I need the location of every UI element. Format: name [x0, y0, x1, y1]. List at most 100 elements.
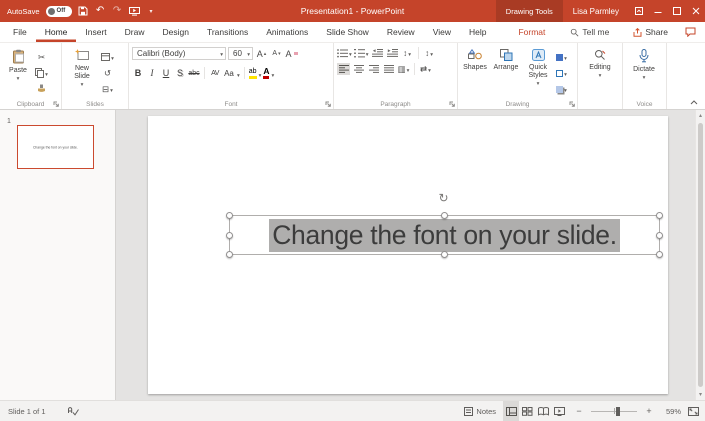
- slide-surface[interactable]: ↻ Change the font on your slide.: [148, 116, 668, 394]
- tab-draw[interactable]: Draw: [116, 22, 154, 42]
- normal-view-button[interactable]: [503, 401, 519, 421]
- strikethrough-button[interactable]: abc: [188, 70, 200, 77]
- zoom-percentage[interactable]: 59%: [661, 407, 681, 416]
- share-button[interactable]: Share: [625, 22, 676, 42]
- character-spacing-button[interactable]: AV: [209, 70, 221, 77]
- resize-handle-sw[interactable]: [226, 251, 233, 258]
- line-spacing-button[interactable]: ↕: [401, 47, 414, 59]
- text-direction-button[interactable]: ↕: [423, 47, 436, 59]
- slide-layout-button[interactable]: [101, 51, 114, 63]
- collapse-ribbon-button[interactable]: [690, 100, 698, 105]
- copy-button[interactable]: [35, 67, 48, 79]
- tab-help[interactable]: Help: [460, 22, 495, 42]
- scrollbar-thumb[interactable]: [698, 123, 703, 387]
- autosave-toggle[interactable]: Off: [45, 5, 72, 17]
- paragraph-dialog-launcher[interactable]: [449, 101, 455, 107]
- maximize-button[interactable]: [667, 0, 686, 22]
- reset-slide-button[interactable]: ↺: [101, 67, 114, 79]
- section-button[interactable]: ⊟: [101, 83, 114, 95]
- minimize-button[interactable]: [648, 0, 667, 22]
- comments-button[interactable]: [676, 22, 705, 42]
- undo-button[interactable]: ↶: [95, 6, 106, 16]
- qat-customize-button[interactable]: ▾: [146, 8, 157, 15]
- text-highlight-button[interactable]: ab: [248, 68, 257, 79]
- align-right-button[interactable]: [367, 63, 380, 75]
- cut-button[interactable]: ✂: [35, 51, 48, 63]
- spellcheck-button[interactable]: [67, 406, 79, 416]
- notes-button[interactable]: Notes: [464, 406, 496, 416]
- slide-sorter-view-button[interactable]: [519, 401, 535, 421]
- text-box-selection[interactable]: ↻ Change the font on your slide.: [226, 191, 663, 258]
- rotate-handle-icon[interactable]: ↻: [439, 191, 449, 205]
- ribbon-display-options-button[interactable]: [629, 0, 648, 22]
- user-name[interactable]: Lisa Parmley: [563, 7, 629, 16]
- shapes-button[interactable]: Shapes: [461, 47, 489, 97]
- convert-to-smartart-button[interactable]: ⇄: [419, 63, 432, 75]
- clear-formatting-button[interactable]: A: [285, 48, 298, 60]
- decrease-font-size-button[interactable]: A ▾: [270, 48, 283, 60]
- underline-button[interactable]: U: [160, 68, 172, 78]
- resize-handle-se[interactable]: [656, 251, 663, 258]
- tab-review[interactable]: Review: [378, 22, 424, 42]
- slide-indicator[interactable]: Slide 1 of 1: [8, 407, 46, 416]
- quick-styles-button[interactable]: Quick Styles: [523, 47, 553, 97]
- shape-fill-button[interactable]: [555, 51, 568, 63]
- numbering-button[interactable]: [353, 47, 369, 59]
- tell-me-box[interactable]: Tell me: [564, 22, 615, 42]
- tab-slide-show[interactable]: Slide Show: [317, 22, 378, 42]
- fit-slide-to-window-button[interactable]: [688, 406, 699, 416]
- resize-handle-nw[interactable]: [226, 212, 233, 219]
- slideshow-view-button[interactable]: [551, 401, 567, 421]
- scroll-down-icon[interactable]: ▾: [696, 391, 705, 398]
- dictate-button[interactable]: Dictate: [626, 47, 662, 97]
- new-slide-button[interactable]: New Slide: [65, 47, 99, 97]
- paste-button[interactable]: Paste: [3, 47, 33, 97]
- resize-handle-n[interactable]: [441, 212, 448, 219]
- resize-handle-s[interactable]: [441, 251, 448, 258]
- drawing-dialog-launcher[interactable]: [569, 101, 575, 107]
- scroll-up-icon[interactable]: ▴: [696, 112, 705, 119]
- tab-design[interactable]: Design: [154, 22, 198, 42]
- decrease-indent-button[interactable]: [371, 47, 384, 59]
- shape-effects-button[interactable]: [555, 83, 568, 95]
- resize-handle-ne[interactable]: [656, 212, 663, 219]
- tab-insert[interactable]: Insert: [76, 22, 115, 42]
- format-painter-button[interactable]: [35, 83, 48, 95]
- arrange-button[interactable]: Arrange: [491, 47, 521, 97]
- increase-indent-button[interactable]: [386, 47, 399, 59]
- clipboard-dialog-launcher[interactable]: [53, 101, 59, 107]
- italic-button[interactable]: I: [146, 68, 158, 78]
- tab-format[interactable]: Format: [509, 22, 554, 42]
- font-dialog-launcher[interactable]: [325, 101, 331, 107]
- tab-file[interactable]: File: [4, 22, 36, 42]
- shape-outline-button[interactable]: [555, 67, 568, 79]
- zoom-in-button[interactable]: +: [644, 406, 654, 416]
- slide-thumbnail[interactable]: Change the font on your slide.: [17, 125, 94, 169]
- vertical-scrollbar[interactable]: ▴ ▾: [695, 110, 705, 400]
- save-button[interactable]: [78, 6, 89, 16]
- redo-button[interactable]: ↷: [112, 6, 123, 16]
- tab-home[interactable]: Home: [36, 22, 77, 42]
- start-from-beginning-button[interactable]: [128, 6, 140, 16]
- tab-animations[interactable]: Animations: [257, 22, 317, 42]
- bold-button[interactable]: B: [132, 68, 144, 78]
- increase-font-size-button[interactable]: A ▴: [255, 48, 268, 60]
- align-left-button[interactable]: [337, 63, 350, 75]
- resize-handle-e[interactable]: [656, 231, 663, 239]
- tab-view[interactable]: View: [424, 22, 460, 42]
- columns-button[interactable]: ▥: [397, 63, 410, 75]
- font-size-select[interactable]: 60: [228, 47, 253, 60]
- font-color-button[interactable]: A: [263, 67, 270, 79]
- font-name-select[interactable]: Calibri (Body): [132, 47, 226, 60]
- tab-transitions[interactable]: Transitions: [198, 22, 257, 42]
- change-case-button[interactable]: Aa: [223, 69, 235, 78]
- editing-button[interactable]: Editing: [581, 47, 619, 97]
- reading-view-button[interactable]: [535, 401, 551, 421]
- bullets-button[interactable]: [337, 47, 352, 59]
- zoom-slider[interactable]: [591, 405, 637, 417]
- justify-button[interactable]: [382, 63, 395, 75]
- slide-title-text[interactable]: Change the font on your slide.: [269, 218, 620, 252]
- close-button[interactable]: [686, 0, 705, 22]
- text-shadow-button[interactable]: S: [174, 68, 186, 78]
- align-center-button[interactable]: [352, 63, 365, 75]
